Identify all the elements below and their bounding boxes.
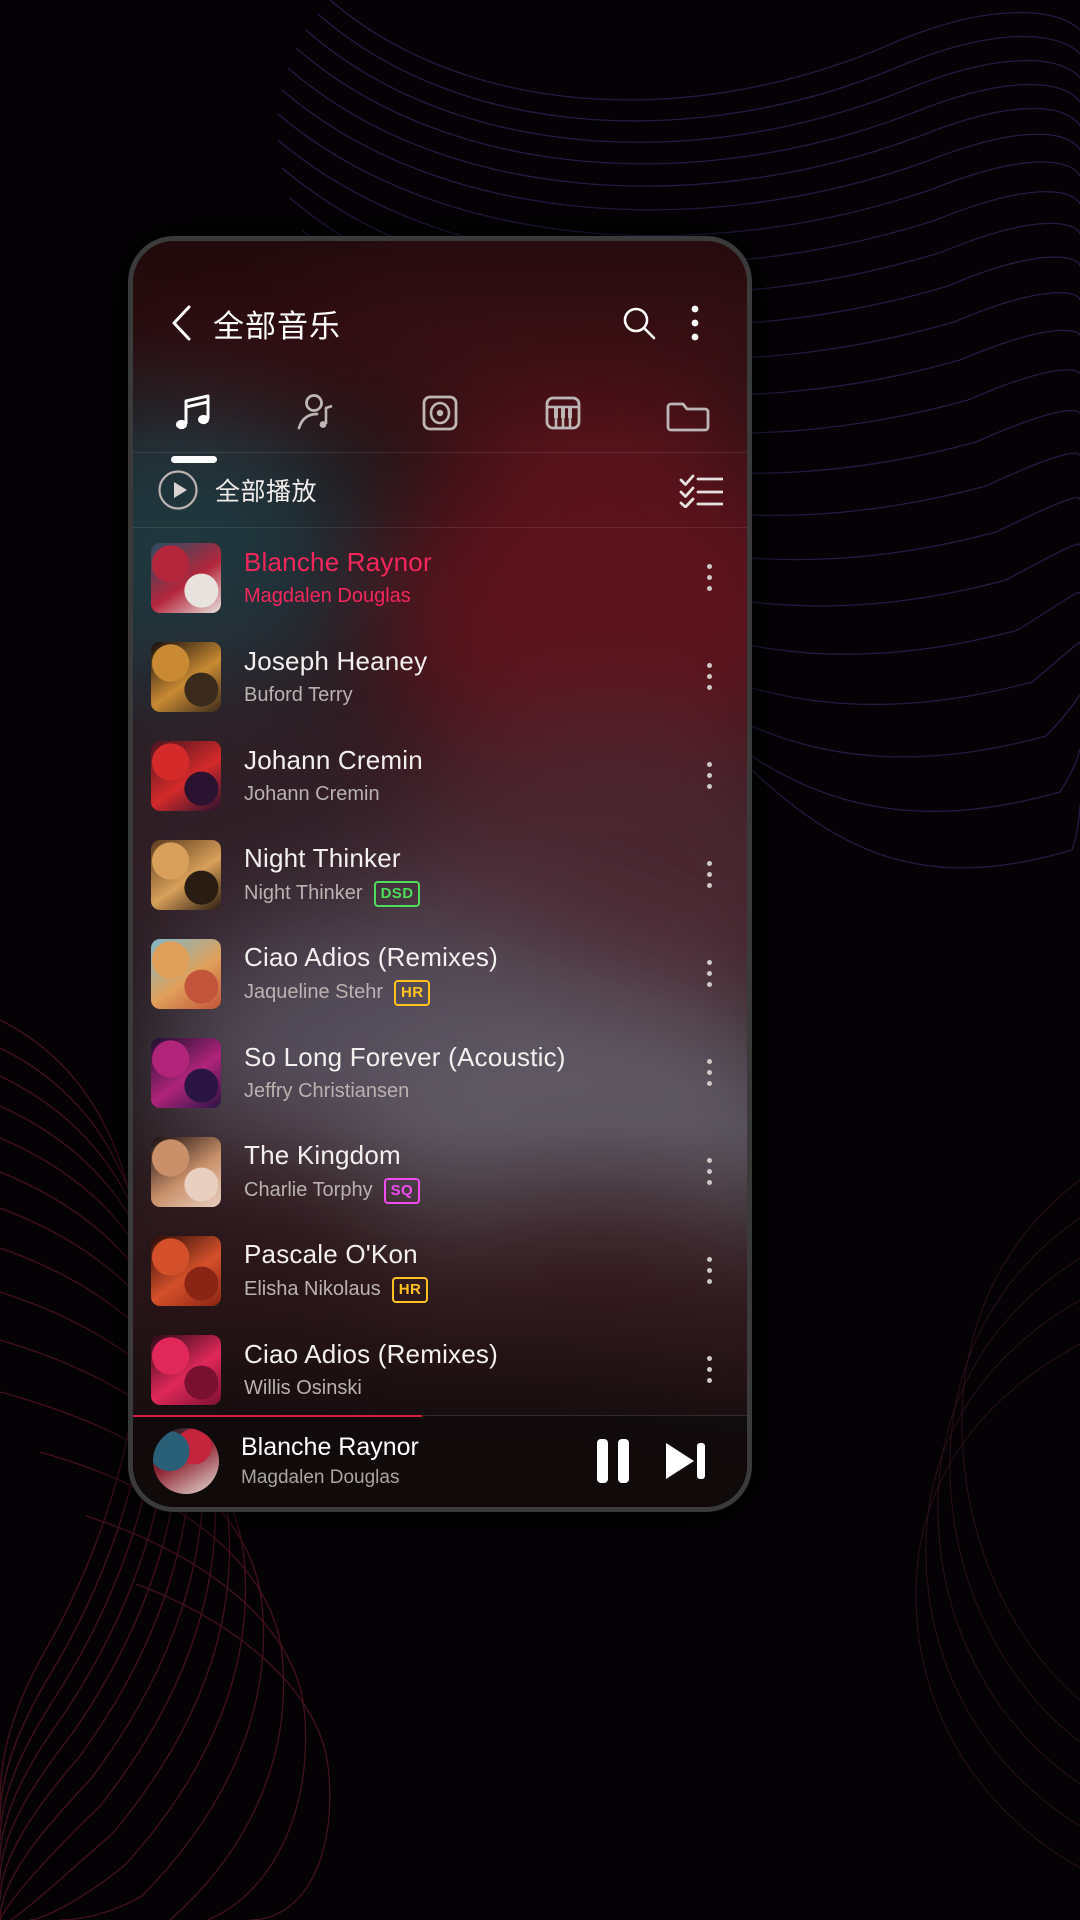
song-artist: Jeffry Christiansen [244,1080,410,1102]
quality-badge: DSD [373,880,421,907]
artist-icon [297,394,333,430]
song-artist-row: Jaqueline Stehr HR [244,979,681,1006]
song-artist-row: Magdalen Douglas [244,585,681,608]
app-top-bar: 全部音乐 [133,287,747,359]
song-meta: Night Thinker Night Thinker DSD [244,843,681,907]
song-row[interactable]: Blanche Raynor Magdalen Douglas [133,528,747,627]
song-artist: Buford Terry [244,684,353,706]
song-artist-row: Jeffry Christiansen [244,1080,681,1103]
song-more-vertical-icon[interactable] [681,937,737,1011]
now-playing-artwork[interactable] [153,1428,219,1494]
now-playing-meta: Blanche Raynor Magdalen Douglas [241,1433,577,1489]
song-artist-row: Willis Osinski [244,1377,681,1400]
song-meta: So Long Forever (Acoustic) Jeffry Christi… [244,1042,681,1103]
song-title: So Long Forever (Acoustic) [244,1042,566,1072]
page-title: 全部音乐 [213,308,341,344]
quality-badge: HR [393,979,431,1006]
song-artist: Johann Cremin [244,783,380,805]
song-artist-row: Elisha Nikolaus HR [244,1276,681,1303]
song-more-vertical-icon[interactable] [681,640,737,714]
quality-badge: SQ [383,1177,421,1204]
mini-player-bar[interactable]: Blanche Raynor Magdalen Douglas [133,1415,747,1507]
song-meta: Pascale O'Kon Elisha Nikolaus HR [244,1239,681,1303]
song-artist-row: Charlie Torphy SQ [244,1177,681,1204]
tab-genres[interactable] [501,371,624,455]
song-more-vertical-icon[interactable] [681,838,737,912]
song-artist-row: Night Thinker DSD [244,880,681,907]
search-icon[interactable] [611,295,667,351]
checklist-icon[interactable] [679,472,723,508]
song-more-vertical-icon[interactable] [681,1135,737,1209]
quality-badge: HR [391,1276,429,1303]
song-row[interactable]: Ciao Adios (Remixes) Jaqueline Stehr HR [133,924,747,1023]
now-playing-title: Blanche Raynor [241,1433,419,1461]
song-more-vertical-icon[interactable] [681,1234,737,1308]
song-artwork [151,1334,221,1405]
tab-artists[interactable] [256,371,379,455]
song-title: Night Thinker [244,842,401,873]
more-vertical-icon[interactable] [667,295,723,351]
song-artwork [151,1235,221,1306]
phone-screen: 全部音乐 全部播放 Blanche Raynor Magdalen Dougla… [133,241,747,1507]
play-all-button[interactable]: 全部播放 [157,469,317,511]
album-disc-icon [422,395,458,431]
skip-next-icon[interactable] [649,1425,721,1497]
song-meta: Joseph Heaney Buford Terry [244,646,681,707]
category-tab-bar [133,371,747,463]
song-more-vertical-icon[interactable] [681,1333,737,1407]
song-artist: Charlie Torphy [244,1179,373,1201]
song-title: Ciao Adios (Remixes) [244,941,498,972]
song-title: Pascale O'Kon [244,1238,418,1269]
song-artist: Magdalen Douglas [244,585,411,607]
chevron-left-icon[interactable] [157,299,205,347]
playback-progress-bar[interactable] [133,1415,422,1417]
song-row[interactable]: Ciao Adios (Remixes) Willis Osinski [133,1320,747,1415]
play-all-label: 全部播放 [215,478,318,506]
song-artist: Elisha Nikolaus [244,1278,381,1300]
song-artwork [151,938,221,1009]
tab-albums[interactable] [379,371,502,455]
song-list[interactable]: Blanche Raynor Magdalen Douglas Joseph Hea… [133,528,747,1415]
tab-songs[interactable] [133,371,256,463]
song-artwork [151,641,221,712]
song-artwork [151,542,221,613]
song-meta: Johann Cremin Johann Cremin [244,745,681,806]
song-row[interactable]: Joseph Heaney Buford Terry [133,627,747,726]
song-row[interactable]: So Long Forever (Acoustic) Jeffry Christi… [133,1023,747,1122]
song-meta: The Kingdom Charlie Torphy SQ [244,1140,681,1204]
song-artist: Jaqueline Stehr [244,981,383,1003]
song-title: Blanche Raynor [244,547,432,577]
song-title: Ciao Adios (Remixes) [244,1339,498,1369]
song-row[interactable]: Pascale O'Kon Elisha Nikolaus HR [133,1221,747,1320]
folder-icon [666,402,709,432]
song-artwork [151,1037,221,1108]
song-title: Johann Cremin [244,745,423,775]
song-row[interactable]: Johann Cremin Johann Cremin [133,726,747,825]
play-all-bar: 全部播放 [133,453,747,527]
song-meta: Ciao Adios (Remixes) Willis Osinski [244,1339,681,1400]
song-artist: Willis Osinski [244,1377,362,1399]
music-note-icon [176,394,210,430]
song-artist: Night Thinker [244,882,363,904]
piano-keys-icon [545,396,581,430]
song-artist-row: Buford Terry [244,684,681,707]
song-more-vertical-icon[interactable] [681,739,737,813]
song-more-vertical-icon[interactable] [681,1036,737,1110]
now-playing-artist: Magdalen Douglas [241,1467,400,1488]
play-circle-icon [158,470,198,510]
song-row[interactable]: Night Thinker Night Thinker DSD [133,825,747,924]
phone-device-frame: 全部音乐 全部播放 Blanche Raynor Magdalen Dougla… [128,236,752,1512]
song-artwork [151,740,221,811]
song-row[interactable]: The Kingdom Charlie Torphy SQ [133,1122,747,1221]
song-title: Joseph Heaney [244,646,428,676]
song-more-vertical-icon[interactable] [681,541,737,615]
pause-icon[interactable] [577,1425,649,1497]
song-title: The Kingdom [244,1139,401,1170]
song-meta: Ciao Adios (Remixes) Jaqueline Stehr HR [244,942,681,1006]
song-artwork [151,839,221,910]
song-meta: Blanche Raynor Magdalen Douglas [244,547,681,608]
song-artist-row: Johann Cremin [244,783,681,806]
song-artwork [151,1136,221,1207]
tab-folders[interactable] [624,371,747,455]
